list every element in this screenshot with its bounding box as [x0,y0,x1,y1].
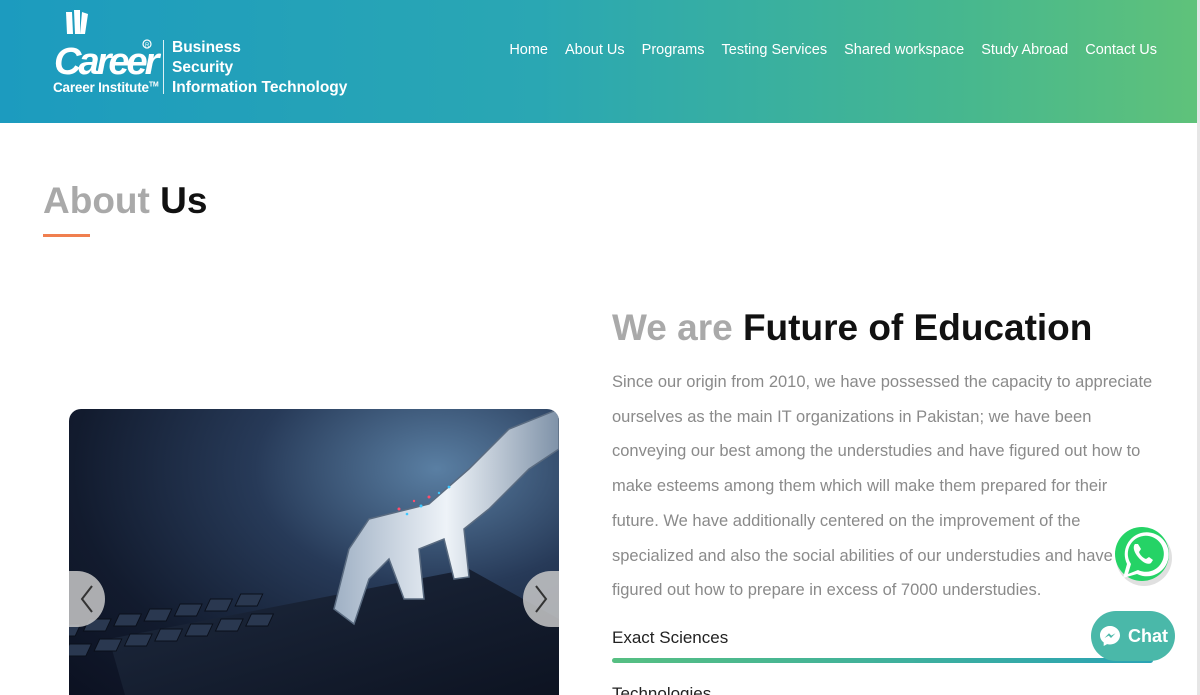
tagline-line-2: Security [172,59,234,76]
chevron-left-icon [80,585,93,613]
page-title-light: About [43,180,150,221]
chevron-right-icon [535,585,548,613]
page-title-dark: Us [160,180,208,221]
nav-testing-services[interactable]: Testing Services [722,42,828,58]
section-heading: We are Future of Education [612,307,1092,349]
tagline: Business Security Information Technology [172,38,347,98]
about-paragraph: Since our origin from 2010, we have poss… [612,373,1153,600]
whatsapp-icon [1115,527,1172,586]
chat-button-label: Chat [1128,625,1168,646]
main-nav: Home About Us Programs Testing Services … [509,42,1157,58]
page-title: About Us [43,180,207,222]
robot-laptop-illustration [69,409,559,695]
skill-label-technologies: Technologies [612,684,712,695]
skill-progress-fill [612,658,1153,663]
title-underline [43,234,90,237]
whatsapp-button[interactable] [1111,518,1175,590]
nav-programs[interactable]: Programs [642,42,705,58]
svg-text:R: R [145,43,150,49]
logo-subtitle: Career InstituteTM [53,80,159,95]
skill-label-exact-sciences: Exact Sciences [612,628,729,647]
nav-home[interactable]: Home [509,42,548,58]
robot-hand-image [69,409,559,695]
messenger-icon [1100,626,1120,646]
section-heading-dark: Future of Education [742,307,1093,348]
logo-subtitle-text: Career Institute [53,80,149,95]
site-header: Career R Career InstituteTM Business Sec… [0,0,1197,123]
nav-study-abroad[interactable]: Study Abroad [981,42,1068,58]
nav-contact-us[interactable]: Contact Us [1085,42,1157,58]
tagline-line-1: Business [172,39,241,56]
chat-button[interactable]: Chat [1091,611,1175,661]
nav-shared-workspace[interactable]: Shared workspace [844,42,964,58]
logo-trademark: TM [148,81,159,89]
logo-divider [163,40,164,94]
skill-progress-bar [612,658,1153,663]
nav-about-us[interactable]: About Us [565,42,625,58]
tagline-line-3: Information Technology [172,79,348,96]
section-heading-light: We are [612,307,733,348]
